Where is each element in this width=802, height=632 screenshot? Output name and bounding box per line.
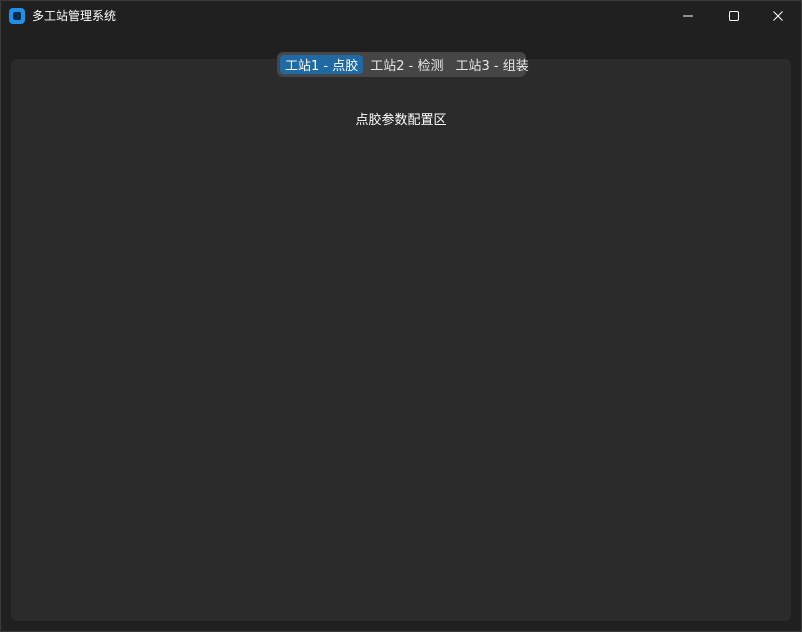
station-tab-bar: 工站1 - 点胶 工站2 - 检测 工站3 - 组装	[277, 52, 529, 77]
close-icon	[773, 11, 783, 21]
tab-station-2[interactable]: 工站2 - 检测	[365, 55, 448, 74]
app-window: 多工站管理系统 工站1 - 点胶 工站2 - 检测 工站3 - 组装 点胶参数配…	[0, 0, 802, 632]
tabview-content-panel	[11, 59, 791, 621]
window-title: 多工站管理系统	[32, 9, 117, 23]
close-button[interactable]	[755, 1, 801, 31]
tab-station-1[interactable]: 工站1 - 点胶	[280, 55, 364, 74]
maximize-button[interactable]	[711, 1, 757, 31]
title-bar[interactable]: 多工站管理系统	[1, 1, 801, 31]
app-logo-icon	[9, 8, 25, 24]
maximize-icon	[729, 11, 739, 21]
minimize-button[interactable]	[665, 1, 711, 31]
tab-station-3[interactable]: 工站3 - 组装	[450, 55, 533, 74]
dispensing-config-label: 点胶参数配置区	[355, 113, 447, 128]
minimize-icon	[683, 15, 693, 17]
